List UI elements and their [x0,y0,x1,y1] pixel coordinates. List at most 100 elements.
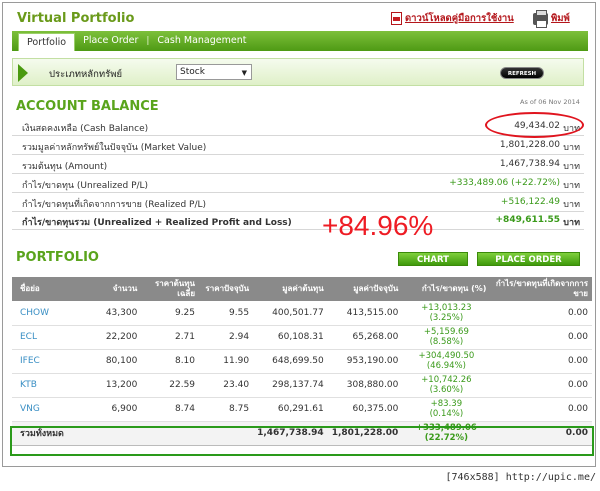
balance-unit: บาท [563,143,580,153]
total-return-annotation: +84.96% [322,210,434,241]
cell-avg-cost: 8.74 [141,397,200,422]
balance-unit: บาท [563,181,580,191]
download-manual-label: ดาวน์โหลดคู่มือการใช้งาน [405,13,514,24]
download-manual-link[interactable]: ดาวน์โหลดคู่มือการใช้งาน [391,11,514,26]
symbol-link[interactable]: CHOW [12,301,84,326]
portfolio-title: PORTFOLIO [16,250,99,265]
balance-row-total-pl: กำไร/ขาดทุนรวม (Unrealized + Realized Pr… [12,211,584,230]
balance-row-market-value: รวมมูลค่าหลักทรัพย์ในปัจจุบัน (Market Va… [12,136,584,155]
cell-cost-value: 648,699.50 [253,349,328,374]
balance-label: กำไร/ขาดทุนรวม (Unrealized + Realized Pr… [22,218,292,228]
cell-price: 23.40 [199,373,254,398]
security-type-select[interactable]: Stock ▼ [176,64,252,80]
cell-cost-value: 298,137.74 [253,373,328,398]
cell-realized: 0.00 [490,349,592,374]
print-link[interactable]: พิมพ์ [533,9,570,28]
balance-label: รวมมูลค่าหลักทรัพย์ในปัจจุบัน (Market Va… [22,143,207,153]
cell-realized: 0.00 [490,301,592,326]
cell-market-value: 60,375.00 [327,397,403,422]
balance-row-amount: รวมต้นทุน (Amount) 1,467,738.94 บาท [12,155,584,174]
balance-unit: บาท [563,162,580,172]
col-header-market-value: มูลค่าปัจจุบัน [327,277,403,301]
cell-cost-value: 400,501.77 [253,301,328,326]
symbol-link[interactable]: VNG [12,397,84,422]
pl-percent: (0.14%) [429,409,464,419]
balance-label: รวมต้นทุน (Amount) [22,162,108,172]
pl-amount: +304,490.50 [418,351,475,361]
balance-label: เงินสดคงเหลือ (Cash Balance) [22,124,149,134]
cell-price: 8.75 [199,397,254,422]
security-type-filter: ประเภทหลักทรัพย์ Stock ▼ [12,58,584,86]
cell-market-value: 413,515.00 [327,301,403,326]
header: Virtual Portfolio ดาวน์โหลดคู่มือการใช้ง… [3,3,595,33]
refresh-button[interactable]: REFRESH [500,67,544,79]
image-host-caption: [746x588] http://upic.me/ [445,472,596,483]
balance-row-unrealized: กำไร/ขาดทุน (Unrealized P/L) +333,489.06… [12,174,584,193]
col-header-realized: กำไร/ขาดทุนที่เกิดจากการขาย [490,277,592,301]
balance-row-realized: กำไร/ขาดทุนที่เกิดจากการขาย (Realized P/… [12,193,584,212]
pl-percent: (8.58%) [429,337,464,347]
table-header-row: ชื่อย่อ จำนวน ราคาต้นทุนเฉลี่ย ราคาปัจจุ… [12,277,592,301]
pl-percent: (46.94%) [426,361,466,371]
cell-qty: 22,200 [83,325,142,350]
cell-realized: 0.00 [490,325,592,350]
pl-amount: +13,013.23 [421,302,472,313]
cell-realized: 0.00 [490,397,592,422]
cell-cost-value: 60,291.61 [253,397,328,422]
pl-percent: (3.25%) [429,312,464,323]
col-header-pl: กำไร/ขาดทุน (%) [402,277,491,301]
cell-price: 11.90 [199,349,254,374]
highlight-ellipse [485,112,584,138]
cell-qty: 43,300 [83,301,142,326]
col-header-avg-cost: ราคาต้นทุนเฉลี่ย [141,277,200,301]
balance-label: กำไร/ขาดทุน (Unrealized P/L) [22,181,149,191]
table-row: VNG 6,900 8.74 8.75 60,291.61 60,375.00 … [12,397,592,422]
account-balance-title: ACCOUNT BALANCE [16,99,159,114]
pl-amount: +83.39 [430,399,463,409]
cell-cost-value: 60,108.31 [253,325,328,350]
cell-avg-cost: 2.71 [141,325,200,350]
table-row: IFEC 80,100 8.10 11.90 648,699.50 953,19… [12,349,592,374]
pl-percent: (3.60%) [429,385,464,395]
table-row: CHOW 43,300 9.25 9.55 400,501.77 413,515… [12,301,592,326]
col-header-qty: จำนวน [83,277,142,301]
main-nav: Portfolio Place Order | Cash Management [12,31,588,51]
cell-qty: 6,900 [83,397,142,422]
cell-qty: 80,100 [83,349,142,374]
pl-amount: +10,742.26 [421,375,472,385]
symbol-link[interactable]: IFEC [12,349,84,374]
cell-qty: 13,200 [83,373,142,398]
tab-portfolio[interactable]: Portfolio [18,33,76,51]
cell-realized: 0.00 [490,373,592,398]
symbol-link[interactable]: KTB [12,373,84,398]
col-header-symbol: ชื่อย่อ [12,277,84,301]
balance-value: +516,122.49 [500,197,560,207]
caret-down-icon: ▼ [241,69,247,77]
app-title: Virtual Portfolio [17,11,135,26]
cell-market-value: 65,268.00 [327,325,403,350]
balance-unit: บาท [563,218,580,228]
cell-market-value: 953,190.00 [327,349,403,374]
chart-button[interactable]: CHART [398,252,468,266]
security-type-label: ประเภทหลักทรัพย์ [49,69,123,80]
tab-cash-management[interactable]: Cash Management [149,31,254,51]
printer-icon [533,9,548,28]
balance-unit: บาท [563,200,580,210]
print-label: พิมพ์ [551,13,570,24]
cell-pl: +5,159.69 (8.58%) [402,325,491,350]
cell-price: 9.55 [199,301,254,326]
table-row: ECL 22,200 2.71 2.94 60,108.31 65,268.00… [12,325,592,350]
tab-place-order[interactable]: Place Order [75,31,146,51]
pl-amount: +5,159.69 [423,327,469,337]
cell-pl: +13,013.23 (3.25%) [402,301,491,326]
balance-value: 1,801,228.00 [499,140,560,150]
cell-avg-cost: 22.59 [141,373,200,398]
pdf-icon [391,12,402,25]
symbol-link[interactable]: ECL [12,325,84,350]
table-row: KTB 13,200 22.59 23.40 298,137.74 308,88… [12,373,592,398]
cell-price: 2.94 [199,325,254,350]
cell-pl: +10,742.26 (3.60%) [402,373,491,398]
cell-pl: +83.39 (0.14%) [402,397,491,422]
place-order-button[interactable]: PLACE ORDER [477,252,580,266]
cell-avg-cost: 9.25 [141,301,200,326]
